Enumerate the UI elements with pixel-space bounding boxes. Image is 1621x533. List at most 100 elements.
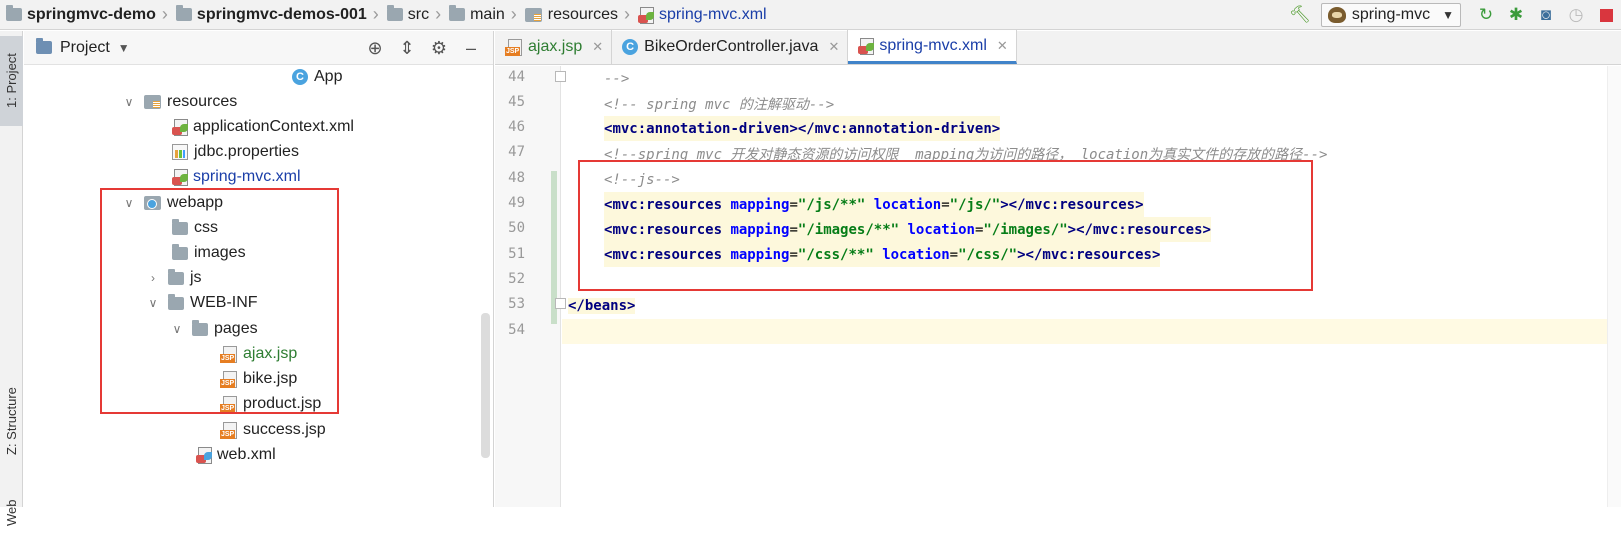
xml-tag: beans [584,297,628,314]
tree-item-label: web.xml [217,446,276,463]
rerun-icon[interactable]: ↻ [1471,0,1501,30]
line-number: 53 [508,296,525,312]
breadcrumb-label: spring-mvc.xml [659,5,767,23]
tree-scrollbar[interactable] [481,313,490,458]
tree-item-app[interactable]: C App [292,65,342,89]
run-config-tomcat-icon [1327,7,1346,23]
project-tool-tab[interactable]: 1: Project [0,36,23,126]
resources-folder-icon [524,7,542,22]
navigation-bar: springmvc-demo › springmvc-demos-001 › s… [0,0,1621,30]
tree-item-applicationcontext-xml[interactable]: applicationContext.xml [172,115,354,139]
project-tool-tab-label: 1: Project [4,53,19,109]
breadcrumb-separator: › [372,4,379,24]
breadcrumb-label: resources [547,5,619,23]
xml-tag: mvc:annotation-driven [814,120,992,137]
editor-tabs: ajax.jsp ✕ C BikeOrderController.java ✕ … [495,30,1621,65]
annotation-box-resources-code [578,160,1313,291]
run-config-dropdown[interactable]: spring-mvc ▼ [1320,3,1461,27]
code-line-53: </beans > [568,297,636,314]
jsp-file-icon [505,38,522,56]
spring-xml-file-icon [172,119,188,136]
breadcrumb-spring-mvc-xml[interactable]: spring-mvc.xml [632,0,769,30]
tree-item-label: spring-mvc.xml [193,168,301,185]
line-number: 54 [508,322,525,338]
web-tool-tab-label: Web [4,499,19,527]
project-panel-actions: ⊕ ⇕ ⚙ – [359,31,487,65]
structure-tool-tab[interactable]: Z: Structure [0,381,23,461]
project-view-icon [36,38,52,54]
close-icon[interactable]: ✕ [997,38,1008,54]
breadcrumb-separator: › [435,4,442,24]
editor-scrollbar[interactable] [1607,66,1621,507]
folder-icon [386,5,403,21]
line-number: 51 [508,246,525,262]
tab-label: ajax.jsp [528,38,583,55]
spring-xml-file-icon [858,37,875,55]
breadcrumb-springmvc-demo[interactable]: springmvc-demo › [0,0,170,30]
coverage-icon[interactable]: ◙ [1531,0,1561,30]
line-number: 48 [508,170,525,186]
web-tool-tab[interactable]: Web [0,493,23,533]
tab-label: BikeOrderController.java [644,38,819,55]
chevron-down-icon[interactable]: ∨ [122,95,136,109]
close-icon[interactable]: ✕ [828,39,839,55]
tab-label: spring-mvc.xml [879,36,987,54]
tree-item-label: resources [167,93,238,110]
breadcrumb-label: springmvc-demos-001 [196,5,367,23]
close-icon[interactable]: ✕ [592,39,603,55]
line-number: 46 [508,119,525,135]
run-config-label: spring-mvc [1351,6,1431,23]
resources-folder-icon [144,95,161,109]
folder-icon [6,5,22,21]
breadcrumb-separator: › [624,4,631,24]
code-line-46: < mvc:annotation-driven ></mvc:annotation-… [604,116,1001,141]
xml-tag: mvc:annotation-driven [612,120,790,137]
breadcrumb-src[interactable]: src › [381,0,443,30]
tree-item-label: success.jsp [243,421,326,438]
spring-xml-file-icon [172,169,188,186]
breadcrumb-separator: › [510,4,517,24]
structure-tool-tab-label: Z: Structure [4,387,19,455]
breadcrumb-label: src [407,5,430,23]
tree-item-label: App [314,68,343,85]
folder-icon [175,5,192,21]
breadcrumb-springmvc-demos-001[interactable]: springmvc-demos-001 › [170,0,381,30]
run-toolbar: 🔨︎ spring-mvc ▼ ↻ ✱ ◙ ◷ [1285,0,1621,30]
tree-item-label: applicationContext.xml [193,118,354,135]
web-xml-file-icon [196,447,212,464]
spring-xml-file-icon [638,6,655,24]
debug-bug-icon[interactable]: ✱ [1501,0,1531,30]
collapse-all-icon[interactable]: ⇕ [391,38,423,59]
build-hammer-icon[interactable]: 🔨︎ [1285,0,1315,30]
line-number: 47 [508,144,525,160]
tree-item-web-xml[interactable]: web.xml [196,443,276,467]
tab-spring-mvc-xml[interactable]: spring-mvc.xml ✕ [848,30,1017,64]
breadcrumb-separator: › [161,4,168,24]
tree-item-jdbc-properties[interactable]: jdbc.properties [172,140,299,164]
code-comment: --> [604,70,630,87]
tree-item-resources[interactable]: ∨ resources [122,90,238,114]
tab-bikeordercontroller-java[interactable]: C BikeOrderController.java ✕ [612,30,849,64]
gear-icon[interactable]: ⚙ [423,38,455,59]
line-number: 49 [508,195,525,211]
chevron-down-icon: ▼ [1442,8,1454,22]
profiler-icon[interactable]: ◷ [1561,0,1591,30]
tree-item-label: jdbc.properties [194,143,299,160]
class-icon: C [622,39,639,55]
editor-gutter[interactable]: 44 45 46 47 48 49 50 51 52 53 54 [495,66,566,507]
line-number: 52 [508,271,525,287]
tree-item-success-jsp[interactable]: success.jsp [220,418,326,442]
breadcrumb-main[interactable]: main › [443,0,519,30]
class-icon: C [292,69,308,85]
chevron-down-icon[interactable]: ▼ [118,41,130,55]
locate-target-icon[interactable]: ⊕ [359,38,391,59]
minimize-icon[interactable]: – [455,38,487,59]
tree-item-spring-mvc-xml[interactable]: spring-mvc.xml [172,165,301,189]
line-number: 44 [508,69,525,85]
stop-icon[interactable] [1591,0,1621,30]
tab-ajax-jsp[interactable]: ajax.jsp ✕ [495,30,613,64]
project-panel-header: Project ▼ ⊕ ⇕ ⚙ – [24,31,493,65]
breadcrumb-resources[interactable]: resources › [519,0,632,30]
project-panel-title[interactable]: Project [60,39,110,57]
folder-icon [449,5,466,21]
